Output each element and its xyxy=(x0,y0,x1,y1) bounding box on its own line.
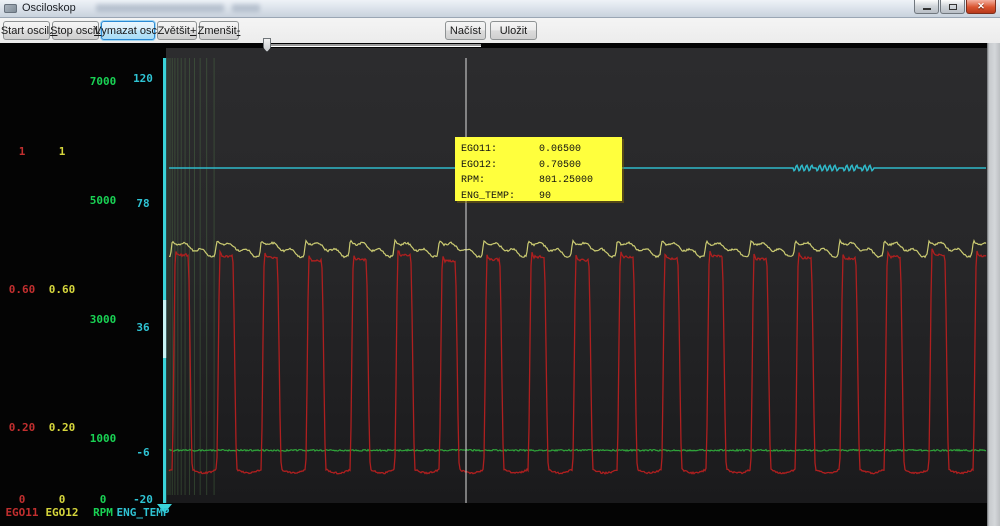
tooltip-row: EGO12: 0.70500 xyxy=(461,158,622,174)
tooltip-value: 90 xyxy=(539,190,552,202)
tooltip-value: 0.06500 xyxy=(539,144,582,155)
vymazat-oscil-label-underline: V xyxy=(94,24,102,37)
background-window-ghost-text xyxy=(96,4,224,12)
tooltip-row: RPM: 801.25000 xyxy=(461,173,622,189)
axis-rpm-name: RPM xyxy=(93,506,113,519)
window-controls: ✕ xyxy=(913,0,996,15)
axis-ego11-name: EGO11 xyxy=(5,506,39,519)
axis-rpm-tick: 5000 xyxy=(89,193,117,207)
zvetsit-button[interactable]: Zvětšit + xyxy=(157,21,197,40)
ulozit-label: Uložit xyxy=(499,24,528,37)
app-icon xyxy=(4,4,17,13)
axis-ego12-name: EGO12 xyxy=(45,506,79,519)
axis-eng-temp-tick: 78 xyxy=(136,196,150,210)
close-button[interactable]: ✕ xyxy=(966,0,996,14)
tooltip-label: EGO12: xyxy=(461,159,498,171)
titlebar: Osciloskop ✕ xyxy=(0,0,1000,18)
tooltip-row: EGO11: 0.06500 xyxy=(461,142,622,158)
axis-ego11-tick: 0 xyxy=(18,493,26,506)
zmensit-button[interactable]: Zmenšit - xyxy=(197,21,241,40)
tooltip-value: 801.25000 xyxy=(539,175,594,186)
zmensit-label-underline: - xyxy=(236,24,241,37)
tooltip-label: ENG_TEMP: xyxy=(461,190,516,202)
axis-ego12-tick: 1 xyxy=(58,145,66,158)
ulozit-button[interactable]: Uložit xyxy=(490,21,537,40)
stop-oscil-button[interactable]: Stop oscil. xyxy=(50,21,101,40)
zvetsit-label-text: Zvětšit xyxy=(157,24,190,37)
axis-ego12-tick: 0 xyxy=(58,493,66,506)
nacist-label: Načíst xyxy=(449,24,482,37)
axis-eng-temp-tick: 120 xyxy=(133,72,153,85)
start-oscil-button[interactable]: Start oscil. xyxy=(0,21,53,40)
axis-ego12-tick: 0.60 xyxy=(48,282,76,296)
maximize-icon xyxy=(948,3,957,10)
nacist-button[interactable]: Načíst xyxy=(445,21,486,40)
axis-rpm-tick: 1000 xyxy=(89,431,117,445)
start-oscil-label-text: Start oscil. xyxy=(0,24,53,37)
minimize-icon xyxy=(922,8,931,10)
tooltip-row: ENG_TEMP: 90 xyxy=(461,189,622,205)
vymazat-oscil-label-text: ymazat oscil xyxy=(101,24,162,37)
axis-eng-temp-tick: -6 xyxy=(136,446,150,459)
axis-ego11-tick: 0.60 xyxy=(8,282,36,296)
close-icon: ✕ xyxy=(977,1,985,11)
axis-eng-temp-tick: 36 xyxy=(136,321,150,335)
cursor-readout-tooltip: EGO11: 0.06500 EGO12: 0.70500 RPM: 801.25000 E… xyxy=(455,137,622,202)
window-title: Osciloskop xyxy=(22,2,76,14)
stop-oscil-label-underline: S xyxy=(50,24,58,37)
axis-ego12-tick: 0.20 xyxy=(48,420,76,434)
plot-area[interactable] xyxy=(166,48,987,503)
tooltip-label: RPM: xyxy=(461,175,486,186)
oscilloscope-client-area: 1 0.60 0.20 0 EGO11 1 0.60 0.20 0 EGO12 7000 5000 30… xyxy=(0,0,1000,526)
oscilloscope-window: 1 0.60 0.20 0 EGO11 1 0.60 0.20 0 EGO12 7000 5000 30… xyxy=(0,0,1000,526)
axis-eng-temp-tick: -20 xyxy=(133,493,153,506)
toolbar: Start oscil. Stop oscil. Vymazat oscil Zvět… xyxy=(0,18,1000,52)
minimize-button[interactable] xyxy=(914,0,939,14)
axis-rpm-tick: 3000 xyxy=(89,312,117,326)
maximize-button[interactable] xyxy=(940,0,965,14)
tooltip-value: 0.70500 xyxy=(539,159,582,171)
zoom-slider-track[interactable] xyxy=(265,44,481,47)
axis-ego11-tick: 0.20 xyxy=(8,420,36,434)
axis-eng-temp-name: ENG_TEMP xyxy=(116,506,170,519)
vymazat-oscil-button[interactable]: Vymazat oscil xyxy=(94,21,162,40)
axis-ego11-tick: 1 xyxy=(18,145,26,158)
window-right-border xyxy=(987,17,1000,526)
axis-rpm-tick: 7000 xyxy=(89,75,117,88)
axis-rpm-tick: 0 xyxy=(99,493,107,506)
background-window-ghost-text xyxy=(232,4,260,12)
tooltip-label: EGO11: xyxy=(461,144,498,155)
zmensit-label-text: Zmenšit xyxy=(197,24,237,37)
zvetsit-label-underline: + xyxy=(189,24,197,37)
